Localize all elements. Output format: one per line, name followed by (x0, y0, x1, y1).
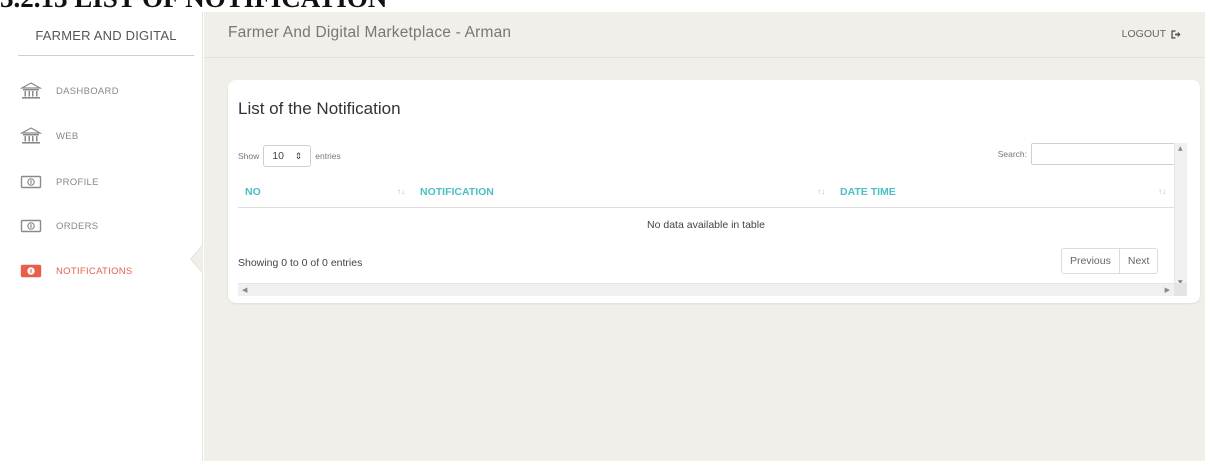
notification-card: List of the Notification Show 10 ⇕ entri… (228, 80, 1200, 303)
active-indicator (191, 245, 203, 273)
scroll-left-icon[interactable]: ◀ (242, 286, 247, 294)
scroll-right-icon[interactable]: ▶ (1165, 286, 1170, 294)
entries-select-value: 10 (272, 150, 284, 162)
bank-icon (20, 82, 42, 99)
table-header: NO ↑↓ NOTIFICATION ↑↓ DATE TIME ↑↓ (238, 176, 1174, 208)
sort-icon: ↑↓ (397, 187, 405, 196)
app-title: Farmer And Digital Marketplace - Arman (228, 24, 512, 41)
previous-button[interactable]: Previous (1062, 249, 1119, 273)
money-icon (20, 219, 42, 233)
logout-button[interactable]: LOGOUT (1122, 28, 1181, 40)
column-header-no[interactable]: NO ↑↓ (238, 176, 413, 207)
brand-title: FARMER AND DIGITAL (18, 28, 194, 56)
card-title: List of the Notification (238, 99, 401, 118)
empty-table-message: No data available in table (647, 219, 765, 231)
money-icon (20, 175, 42, 189)
sidebar-item-label: NOTIFICATIONS (56, 265, 133, 277)
column-label: NO (245, 185, 261, 198)
document-heading: 3.2.13 LIST OF NOTIFICATION (0, 0, 1205, 12)
entries-length-control: Show 10 ⇕ entries (238, 145, 341, 167)
sort-updown-icon: ⇕ (294, 150, 303, 161)
next-button[interactable]: Next (1118, 249, 1158, 273)
table-info: Showing 0 to 0 of 0 entries (238, 257, 363, 269)
top-bar: Farmer And Digital Marketplace - Arman L… (204, 12, 1205, 58)
sidebar-item-label: ORDERS (56, 220, 99, 232)
sort-icon: ↑↓ (817, 187, 825, 196)
main-content: List of the Notification Show 10 ⇕ entri… (204, 58, 1205, 461)
search-control: Search: (998, 143, 1176, 165)
search-input[interactable] (1031, 143, 1176, 165)
length-prefix: Show (238, 151, 260, 161)
sign-out-icon (1171, 29, 1181, 39)
sidebar-item-label: PROFILE (56, 176, 99, 188)
column-label: NOTIFICATION (420, 185, 494, 198)
column-header-date-time[interactable]: DATE TIME ↑↓ (833, 176, 1174, 207)
sidebar-item-profile[interactable]: PROFILE (20, 170, 200, 194)
pagination: Previous Next (1061, 248, 1159, 274)
length-suffix: entries (315, 151, 341, 161)
logout-label: LOGOUT (1121, 28, 1166, 40)
sidebar-item-label: DASHBOARD (56, 85, 119, 97)
sidebar: FARMER AND DIGITAL DASHBOARD WEB PROFILE… (0, 12, 203, 461)
column-label: DATE TIME (840, 185, 896, 198)
sidebar-item-label: WEB (56, 130, 79, 142)
bank-icon (20, 127, 42, 144)
search-label: Search: (997, 149, 1027, 159)
sort-icon: ↑↓ (1158, 187, 1166, 196)
sidebar-item-web[interactable]: WEB (20, 124, 200, 148)
horizontal-scrollbar[interactable]: ◀ ▶ (238, 283, 1174, 296)
scroll-up-icon[interactable]: ▲ (1178, 145, 1183, 152)
column-header-notification[interactable]: NOTIFICATION ↑↓ (413, 176, 833, 207)
entries-select[interactable]: 10 ⇕ (263, 145, 312, 167)
sidebar-item-dashboard[interactable]: DASHBOARD (20, 79, 200, 103)
sidebar-item-orders[interactable]: ORDERS (20, 214, 200, 238)
scrollbar-corner (1174, 283, 1187, 296)
vertical-scrollbar[interactable]: ▲ ▼ (1174, 143, 1187, 288)
money-icon (20, 264, 42, 278)
sidebar-item-notifications[interactable]: NOTIFICATIONS (20, 259, 200, 283)
